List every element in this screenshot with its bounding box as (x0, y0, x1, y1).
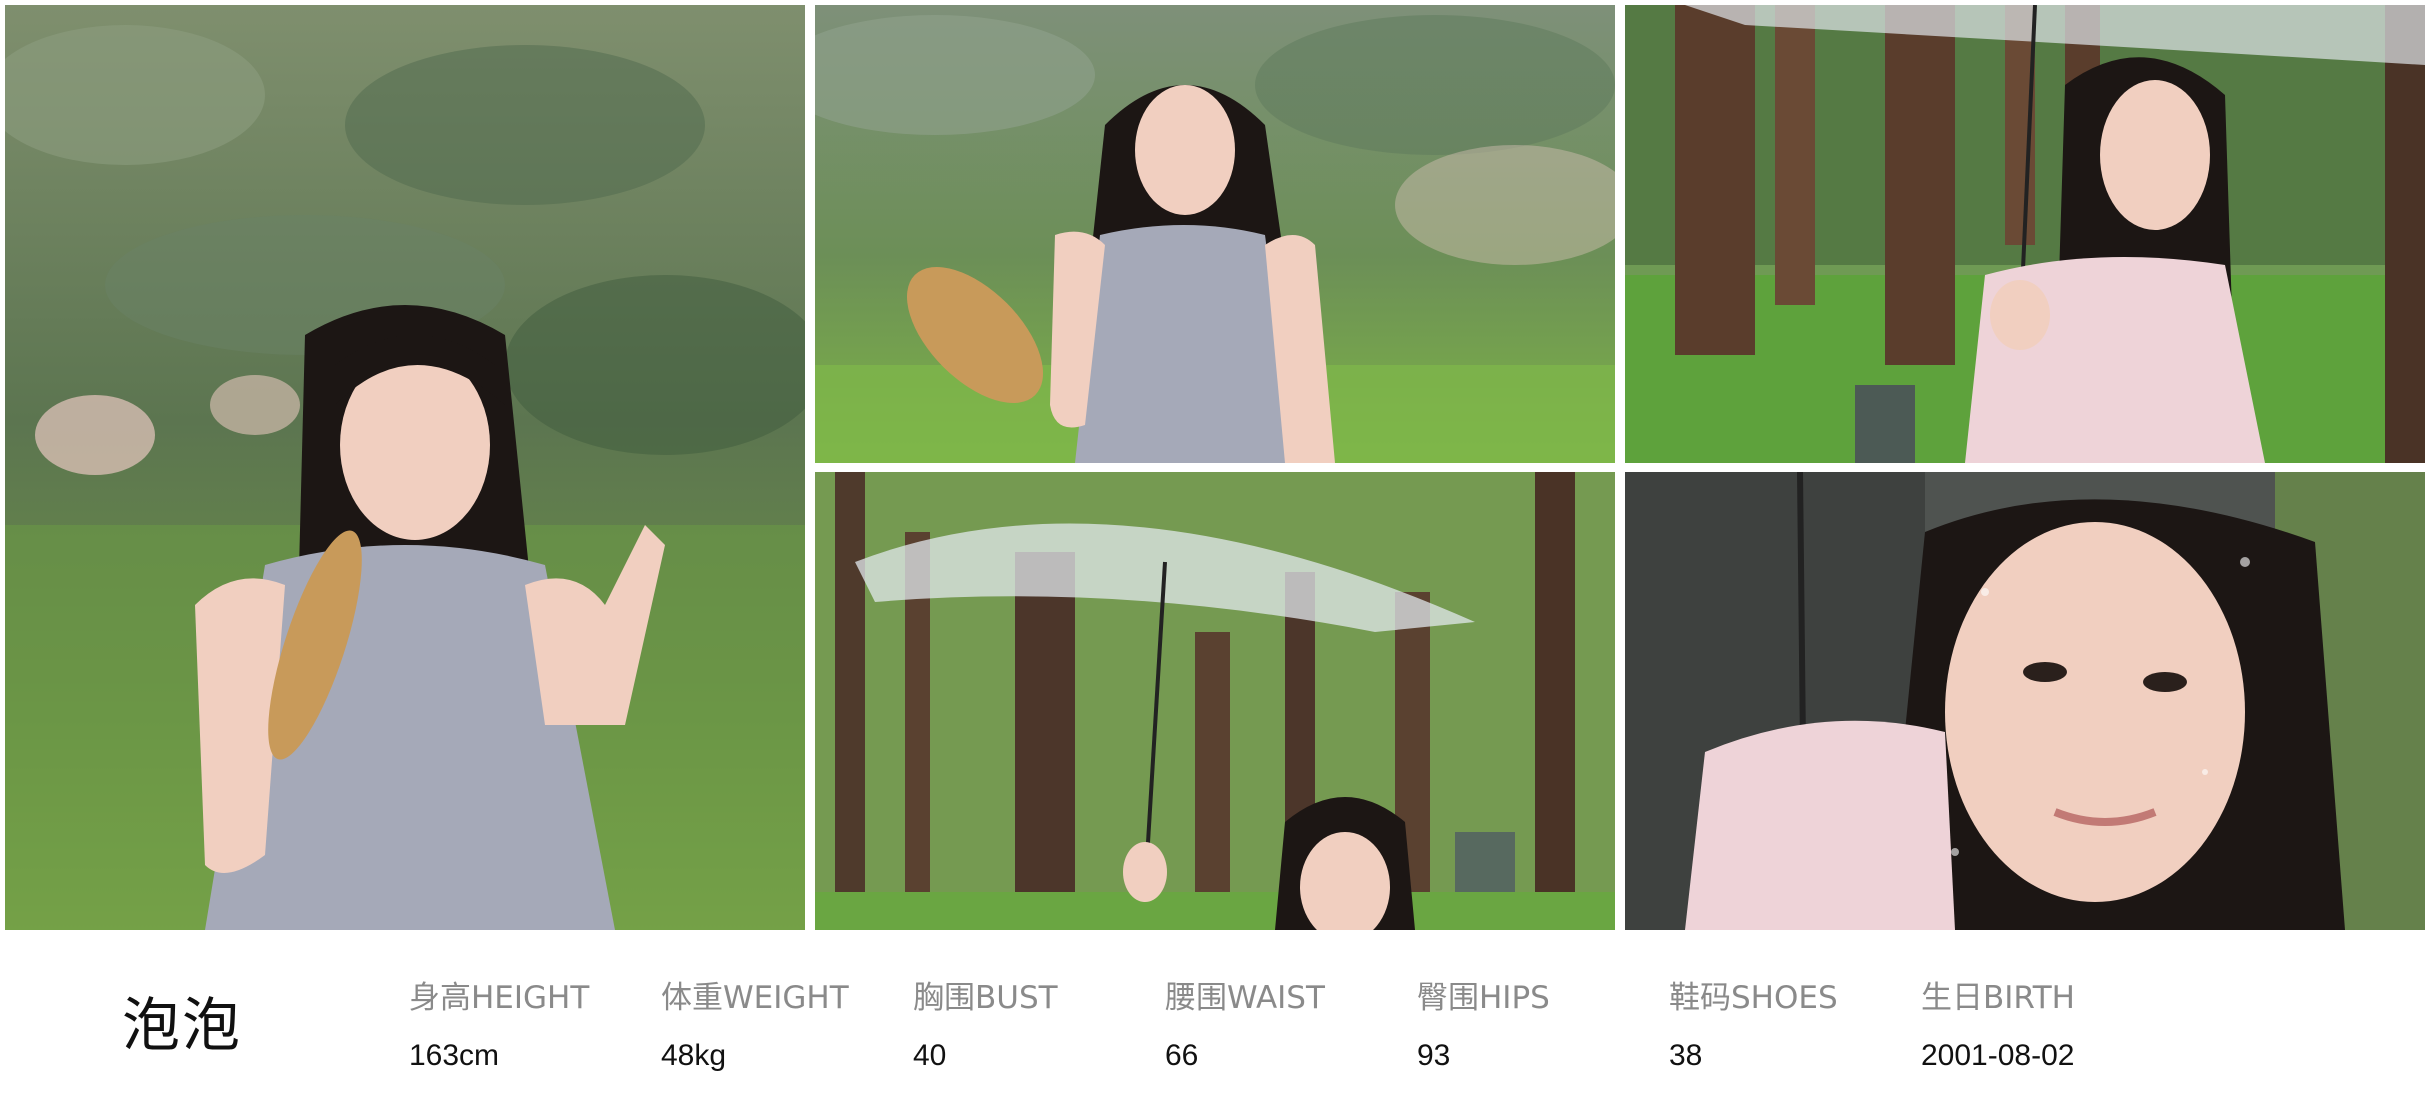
model-name: 泡泡 (122, 991, 243, 1059)
stat-value: 40 (913, 1039, 947, 1072)
stat-shoes: 鞋码SHOES 38 (1669, 972, 1909, 1073)
stat-label: 臀围HIPS (1417, 980, 1550, 1016)
photo-forest-clear-umbrella[interactable] (815, 472, 1615, 930)
stat-label: 生日BIRTH (1921, 980, 2075, 1016)
photo-lotus-fan[interactable] (815, 5, 1615, 463)
stat-value: 163cm (409, 1039, 500, 1072)
photo-closeup-wet-umbrella[interactable] (1625, 472, 2425, 930)
photo-forest-umbrella-handle[interactable] (1625, 5, 2425, 463)
stat-value: 2001-08-02 (1921, 1039, 2075, 1072)
stat-label: 身高HEIGHT (409, 980, 590, 1016)
stat-value: 66 (1165, 1039, 1199, 1072)
profile-card: 泡泡 身高HEIGHT 163cm 体重WEIGHT 48kg 胸围BUST 4… (0, 0, 2430, 1116)
stat-label: 鞋码SHOES (1669, 980, 1838, 1016)
stat-waist: 腰围WAIST 66 (1165, 972, 1405, 1073)
photo-lotus-peace-sign[interactable] (5, 5, 805, 930)
stat-value: 38 (1669, 1039, 1703, 1072)
stat-value: 48kg (661, 1039, 727, 1072)
stat-label: 胸围BUST (913, 980, 1058, 1016)
stat-hips: 臀围HIPS 93 (1417, 972, 1657, 1073)
stat-weight: 体重WEIGHT 48kg (661, 972, 901, 1073)
stat-bust: 胸围BUST 40 (913, 972, 1153, 1073)
stat-value: 93 (1417, 1039, 1451, 1072)
stat-birth: 生日BIRTH 2001-08-02 (1921, 972, 2161, 1073)
stat-label: 腰围WAIST (1165, 980, 1325, 1016)
stat-height: 身高HEIGHT 163cm (409, 972, 649, 1073)
stat-label: 体重WEIGHT (661, 980, 849, 1016)
model-info-bar: 泡泡 身高HEIGHT 163cm 体重WEIGHT 48kg 胸围BUST 4… (0, 930, 2430, 1116)
